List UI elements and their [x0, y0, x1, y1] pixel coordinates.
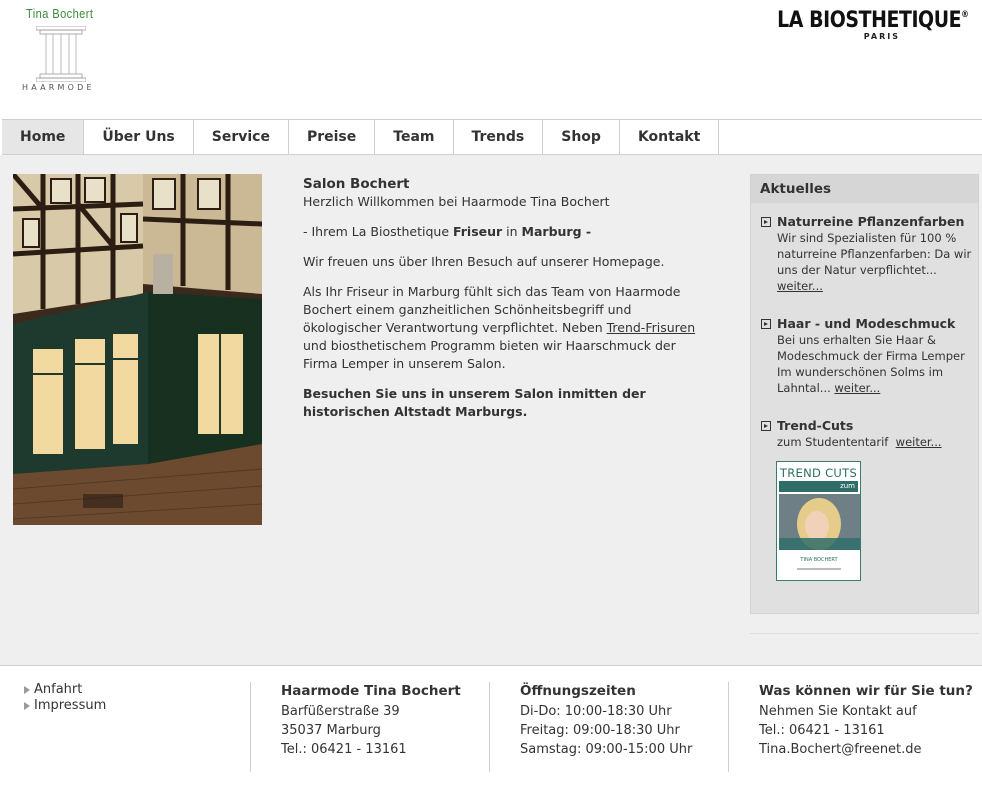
main-navigation: Home Über Uns Service Preise Team Trends…: [2, 119, 982, 155]
arrow-box-icon: [761, 217, 771, 227]
hours-heading: Öffnungszeiten: [520, 683, 636, 699]
footer-divider: [489, 682, 490, 772]
page-title: Salon Bochert: [303, 176, 410, 192]
trend-frisuren-link[interactable]: Trend-Frisuren: [607, 320, 696, 335]
nav-service[interactable]: Service: [194, 120, 289, 154]
ad-portrait-image: TINA BOCHERT: [779, 494, 860, 579]
visit-paragraph: Besuchen Sie uns in unserem Salon inmitt…: [303, 385, 708, 421]
news-title-link[interactable]: Haar - und Modeschmuck: [761, 316, 973, 332]
news-title: Naturreine Pflanzenfarben: [777, 214, 965, 229]
subtitle-keyword: Friseur: [453, 224, 503, 239]
nav-home[interactable]: Home: [2, 120, 85, 154]
footer: Anfahrt Impressum Haarmode Tina Bochert …: [0, 665, 982, 792]
main-content-area: Salon Bochert Herzlich Willkommen bei Ha…: [0, 155, 982, 665]
contact-email[interactable]: Tina.Bochert@freenet.de: [759, 740, 973, 759]
footer-contact: Was können wir für Sie tun? Nehmen Sie K…: [759, 682, 973, 759]
nav-kontakt[interactable]: Kontakt: [620, 120, 720, 154]
footer-links: Anfahrt Impressum: [22, 682, 106, 714]
registered-mark: ®: [960, 9, 969, 20]
subtitle-part: - Ihrem La Biosthetique: [303, 224, 454, 239]
about-paragraph: Als Ihr Friseur in Marburg fühlt sich da…: [303, 283, 708, 373]
news-title-link[interactable]: Trend-Cuts: [761, 418, 973, 434]
welcome-line: Herzlich Willkommen bei Haarmode Tina Bo…: [303, 194, 610, 209]
salon-photo: [13, 174, 262, 525]
tina-bochert-logo[interactable]: Tina Bochert HAARMODE: [20, 6, 100, 96]
footer-divider: [250, 682, 251, 772]
hours-line: Samstag: 09:00-15:00 Uhr: [520, 742, 693, 757]
address-phone: Tel.: 06421 - 13161: [281, 742, 407, 757]
contact-heading: Was können wir für Sie tun?: [759, 683, 973, 699]
footer-divider: [728, 682, 729, 772]
ad-subtitle: zum STUDENTENTARIF: [779, 481, 858, 501]
news-body: zum Studententarif: [777, 435, 889, 449]
hours-line: Freitag: 09:00-18:30 Uhr: [520, 723, 680, 738]
address-line: Barfüßerstraße 39: [281, 704, 400, 719]
news-more-link[interactable]: weiter...: [896, 435, 942, 449]
visit-text: Besuchen Sie uns in unserem Salon inmitt…: [303, 386, 646, 419]
news-item: Haar - und Modeschmuck Bei uns erhalten …: [761, 316, 973, 396]
subtitle-keyword: Marburg -: [521, 224, 592, 239]
address-heading: Haarmode Tina Bochert: [281, 683, 461, 699]
column-logo-icon: [36, 26, 86, 82]
ad-title: TREND CUTS: [779, 466, 858, 480]
footer-link-impressum[interactable]: Impressum: [22, 698, 106, 714]
footer-address: Haarmode Tina Bochert Barfüßerstraße 39 …: [281, 682, 461, 759]
contact-line: Nehmen Sie Kontakt auf: [759, 704, 917, 719]
welcome-text: Salon Bochert Herzlich Willkommen bei Ha…: [303, 175, 708, 433]
header: Tina Bochert HAARMODE LA BIOSTHETIQUE® P…: [0, 0, 982, 118]
nav-trends[interactable]: Trends: [454, 120, 544, 154]
news-title: Trend-Cuts: [777, 418, 854, 433]
arrow-box-icon: [761, 421, 771, 431]
news-item: Trend-Cuts zum Studententarif weiter...: [761, 418, 973, 450]
news-title: Haar - und Modeschmuck: [777, 316, 956, 331]
footer-link-anfahrt[interactable]: Anfahrt: [22, 682, 106, 698]
la-biosthetique-logo[interactable]: LA BIOSTHETIQUE® PARIS: [746, 8, 969, 41]
arrow-box-icon: [761, 319, 771, 329]
news-more-link[interactable]: weiter...: [834, 381, 880, 395]
news-title-link[interactable]: Naturreine Pflanzenfarben: [761, 214, 973, 230]
news-more-link[interactable]: weiter...: [777, 279, 823, 293]
svg-text:TINA BOCHERT: TINA BOCHERT: [799, 557, 838, 563]
nav-team[interactable]: Team: [375, 120, 454, 154]
news-sidebar: Aktuelles Naturreine Pflanzenfarben Wir …: [750, 174, 979, 614]
footer-hours: Öffnungszeiten Di-Do: 10:00-18:30 Uhr Fr…: [520, 682, 692, 759]
trend-cuts-banner[interactable]: TREND CUTS zum STUDENTENTARIF TINA BOCHE…: [776, 461, 861, 581]
intro-paragraph: Wir freuen uns über Ihren Besuch auf uns…: [303, 254, 665, 269]
subtitle-part: in: [502, 224, 522, 239]
sidebar-divider: [750, 633, 979, 634]
address-line: 35037 Marburg: [281, 723, 381, 738]
about-text: und biosthetischem Programm bieten wir H…: [303, 338, 676, 371]
partner-city-text: PARIS: [863, 32, 900, 41]
logo-sub-text: HAARMODE: [22, 83, 95, 92]
contact-phone: Tel.: 06421 - 13161: [759, 723, 885, 738]
news-heading: Aktuelles: [751, 175, 978, 203]
nav-shop[interactable]: Shop: [543, 120, 620, 154]
nav-ueber-uns[interactable]: Über Uns: [84, 120, 194, 154]
partner-logo-text: LA BIOSTHETIQUE: [776, 8, 961, 33]
logo-brand-text: Tina Bochert: [26, 6, 94, 21]
subtitle-line: - Ihrem La Biosthetique Friseur in Marbu…: [303, 223, 708, 241]
news-body: Wir sind Spezialisten für 100 % naturrei…: [777, 231, 972, 277]
news-item: Naturreine Pflanzenfarben Wir sind Spezi…: [761, 214, 973, 294]
nav-preise[interactable]: Preise: [289, 120, 376, 154]
hours-line: Di-Do: 10:00-18:30 Uhr: [520, 704, 672, 719]
